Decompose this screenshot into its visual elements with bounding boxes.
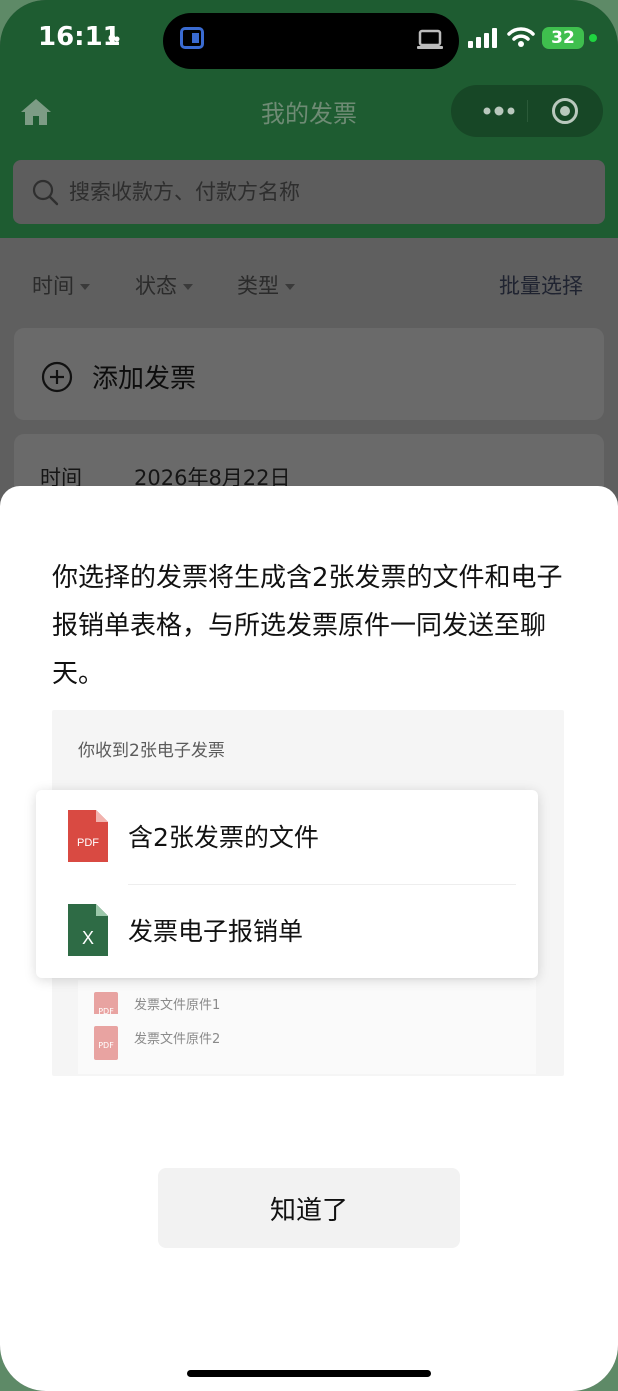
filter-time[interactable]: 时间: [32, 270, 90, 300]
filter-status[interactable]: 状态: [135, 270, 193, 300]
battery-charging-dot: [589, 34, 597, 42]
app-window-icon: [180, 27, 204, 49]
generated-pdf-label: 含2张发票的文件: [128, 823, 319, 852]
filter-status-label: 状态: [135, 274, 177, 298]
svg-text:X: X: [82, 928, 94, 948]
more-options-icon[interactable]: [473, 99, 523, 123]
status-bar: 16:11 32: [0, 0, 618, 78]
generated-file-row: X 发票电子报销单: [36, 884, 538, 978]
close-miniprogram-icon[interactable]: [551, 97, 579, 125]
excel-icon: X: [68, 904, 108, 956]
capsule-divider: [527, 100, 528, 122]
chevron-down-icon: [285, 284, 295, 290]
filter-type[interactable]: 类型: [237, 270, 295, 300]
navigation-bar: 我的发票: [0, 82, 618, 142]
original-file-row: PDF 发票文件原件2: [78, 1014, 536, 1074]
generated-files-card: PDF 含2张发票的文件 X 发票电子报销单: [36, 790, 538, 978]
add-invoice-label: 添加发票: [92, 364, 197, 394]
cellular-signal-icon: [468, 28, 497, 48]
app-header: 16:11 32 我的发票 搜索收款方、付款方名称: [0, 0, 618, 238]
preview-header: 你收到2张电子发票: [78, 741, 225, 761]
filter-bar: 时间 状态 类型 批量选择: [0, 238, 618, 328]
add-circle-icon: [41, 361, 73, 393]
chevron-down-icon: [183, 284, 193, 290]
generated-excel-label: 发票电子报销单: [128, 917, 304, 946]
home-indicator[interactable]: [187, 1370, 431, 1377]
info-bottom-sheet: 你选择的发票将生成含2张发票的文件和电子报销单表格，与所选发票原件一同发送至聊天…: [0, 486, 618, 1391]
filter-time-label: 时间: [32, 274, 74, 298]
svg-text:PDF: PDF: [77, 837, 99, 849]
chevron-down-icon: [80, 284, 90, 290]
pdf-icon: PDF: [94, 1026, 118, 1060]
search-bar[interactable]: [13, 160, 605, 224]
miniprogram-capsule: [451, 85, 603, 137]
wifi-icon: [507, 27, 535, 47]
notification-icon: [108, 34, 120, 42]
battery-indicator: 32: [542, 27, 584, 49]
batch-select-button[interactable]: 批量选择: [499, 270, 583, 300]
generated-file-row: PDF 含2张发票的文件: [36, 790, 538, 885]
original-file-label: 发票文件原件2: [134, 1032, 221, 1047]
phone-screen: 16:11 32 我的发票 搜索收款方、付款方名称 时间 状态 类型 批量选择 …: [0, 0, 618, 1391]
dialog-message: 你选择的发票将生成含2张发票的文件和电子报销单表格，与所选发票原件一同发送至聊天…: [52, 563, 563, 689]
filter-type-label: 类型: [237, 274, 279, 298]
search-icon: [32, 179, 59, 206]
original-file-label: 发票文件原件1: [134, 998, 221, 1013]
laptop-icon: [417, 29, 443, 49]
pdf-icon: PDF: [68, 810, 108, 862]
add-invoice-button[interactable]: 添加发票: [14, 328, 604, 420]
search-input[interactable]: [69, 160, 589, 224]
dynamic-island: [163, 13, 459, 69]
acknowledge-button[interactable]: 知道了: [158, 1168, 460, 1248]
